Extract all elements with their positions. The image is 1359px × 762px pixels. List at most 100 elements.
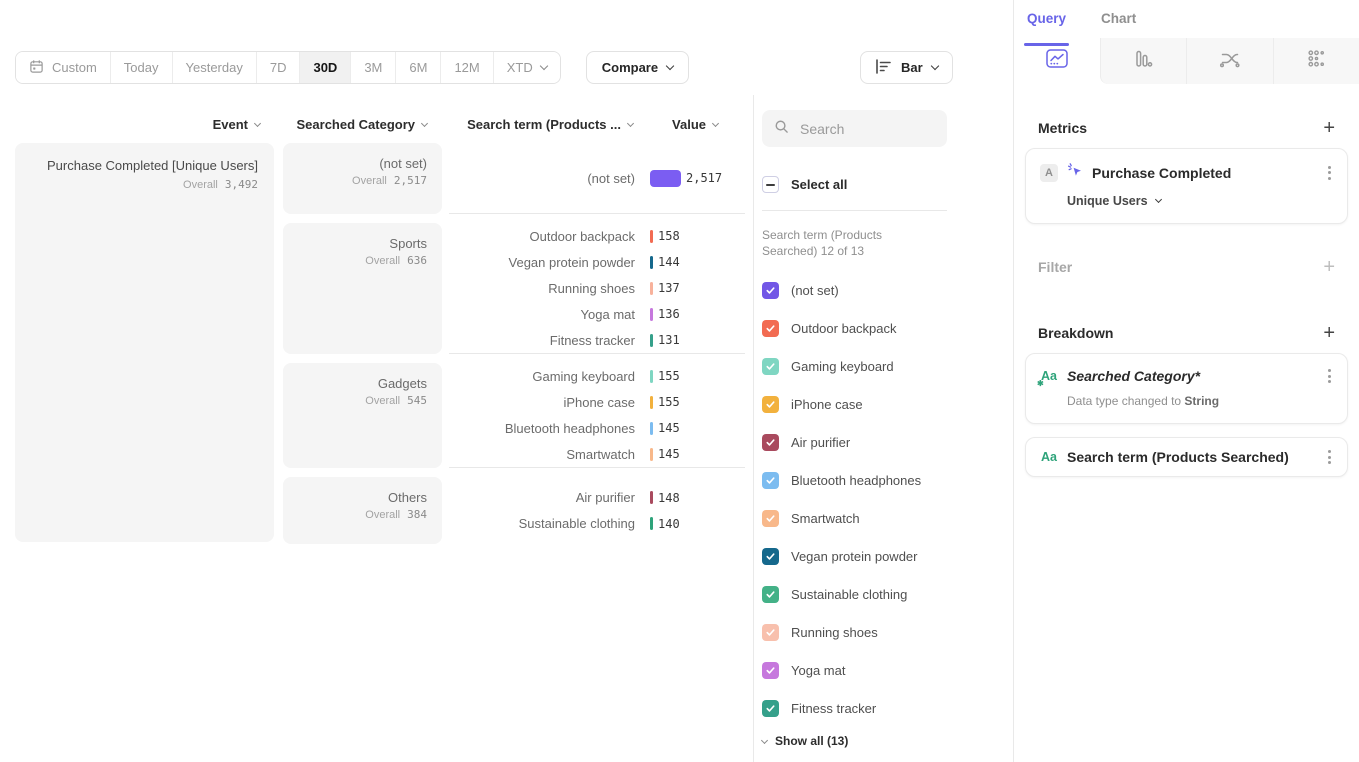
- funnels-tab[interactable]: [1100, 38, 1187, 84]
- term-value: 140: [658, 517, 680, 531]
- table-row[interactable]: Gaming keyboard155: [449, 363, 745, 389]
- flows-tab[interactable]: [1186, 38, 1273, 84]
- legend-checkbox[interactable]: [762, 282, 779, 299]
- compare-button[interactable]: Compare: [586, 51, 689, 84]
- table-row[interactable]: (not set)2,517: [449, 165, 745, 191]
- date-range-label: XTD: [507, 60, 533, 75]
- legend-checkbox[interactable]: [762, 396, 779, 413]
- breakdown-menu-button[interactable]: [1326, 367, 1333, 385]
- legend-item-label: Vegan protein powder: [791, 549, 917, 564]
- category-overall: Overall2,517: [298, 174, 427, 187]
- tab-query[interactable]: Query: [1027, 11, 1066, 38]
- legend-item[interactable]: (not set): [762, 271, 947, 309]
- date-range-custom[interactable]: Custom: [16, 52, 111, 83]
- breakdown-card-search-term[interactable]: Aa Search term (Products Searched): [1025, 437, 1348, 477]
- table-row[interactable]: iPhone case155: [449, 389, 745, 415]
- table-row[interactable]: Running shoes137: [449, 275, 745, 301]
- breakdown-card-searched-category[interactable]: Aa✱ Searched Category* Data type changed…: [1025, 353, 1348, 424]
- date-range-label: 12M: [454, 60, 479, 75]
- search-input[interactable]: [798, 120, 935, 138]
- measure-dropdown[interactable]: Unique Users: [1067, 194, 1333, 208]
- event-cell[interactable]: Purchase Completed [Unique Users] Overal…: [15, 143, 274, 542]
- term-value: 155: [658, 369, 680, 383]
- legend-checkbox[interactable]: [762, 320, 779, 337]
- tab-chart[interactable]: Chart: [1101, 11, 1136, 38]
- date-range-30d[interactable]: 30D: [300, 52, 351, 83]
- event-name: Purchase Completed [Unique Users]: [31, 157, 258, 175]
- value-bar: [650, 448, 653, 461]
- terms-list: Outdoor backpack158Vegan protein powder1…: [449, 223, 745, 354]
- add-breakdown-button[interactable]: +: [1323, 326, 1335, 340]
- add-filter-button[interactable]: +: [1323, 260, 1335, 274]
- legend-checkbox[interactable]: [762, 358, 779, 375]
- value-bar-cell: 158: [650, 229, 745, 243]
- category-cell[interactable]: GadgetsOverall545: [283, 363, 442, 468]
- legend-item[interactable]: Bluetooth headphones: [762, 461, 947, 499]
- legend-checkbox[interactable]: [762, 624, 779, 641]
- date-range-xtd[interactable]: XTD: [494, 52, 560, 83]
- value-bar-cell: 155: [650, 395, 745, 409]
- legend-item[interactable]: Yoga mat: [762, 651, 947, 689]
- table-row[interactable]: Yoga mat136: [449, 301, 745, 327]
- add-metric-button[interactable]: +: [1323, 121, 1335, 135]
- date-range-yesterday[interactable]: Yesterday: [173, 52, 257, 83]
- legend-filter-panel: Select all Search term (Products Searche…: [762, 110, 947, 748]
- table-row[interactable]: Air purifier148: [449, 485, 745, 511]
- legend-checkbox[interactable]: [762, 472, 779, 489]
- table-row[interactable]: Fitness tracker131: [449, 327, 745, 353]
- event-spark-icon: [1067, 162, 1083, 183]
- legend-item[interactable]: Gaming keyboard: [762, 347, 947, 385]
- filter-heading-row: Filter +: [1014, 259, 1359, 275]
- legend-item[interactable]: Outdoor backpack: [762, 309, 947, 347]
- legend-item[interactable]: Smartwatch: [762, 499, 947, 537]
- table-row[interactable]: Smartwatch145: [449, 441, 745, 467]
- legend-item[interactable]: iPhone case: [762, 385, 947, 423]
- metric-card[interactable]: A Purchase Completed Unique Users: [1025, 148, 1348, 224]
- column-header-searched-category[interactable]: Searched Category: [260, 117, 427, 132]
- metric-menu-button[interactable]: [1326, 164, 1333, 182]
- column-header-value[interactable]: Value: [633, 117, 745, 132]
- legend-item[interactable]: Vegan protein powder: [762, 537, 947, 575]
- show-all-button[interactable]: Show all (13): [762, 734, 947, 748]
- category-cell[interactable]: (not set)Overall2,517: [283, 143, 442, 214]
- term-value: 145: [658, 447, 680, 461]
- legend-checkbox[interactable]: [762, 700, 779, 717]
- legend-item[interactable]: Air purifier: [762, 423, 947, 461]
- chart-type-button[interactable]: Bar: [860, 51, 953, 84]
- filter-heading: Filter: [1038, 259, 1072, 275]
- select-all-row[interactable]: Select all: [762, 176, 947, 193]
- table-row[interactable]: Bluetooth headphones145: [449, 415, 745, 441]
- table-row[interactable]: Sustainable clothing140: [449, 511, 745, 537]
- date-range-today[interactable]: Today: [111, 52, 173, 83]
- value-bar-cell: 145: [650, 421, 745, 435]
- legend-checkbox[interactable]: [762, 510, 779, 527]
- legend-item[interactable]: Fitness tracker: [762, 689, 947, 727]
- breakdown-menu-button[interactable]: [1326, 448, 1333, 466]
- column-header-search-term[interactable]: Search term (Products ...: [427, 117, 633, 132]
- divider: [762, 210, 947, 211]
- term-value: 137: [658, 281, 680, 295]
- legend-checkbox[interactable]: [762, 548, 779, 565]
- category-cell[interactable]: SportsOverall636: [283, 223, 442, 354]
- legend-checkbox[interactable]: [762, 662, 779, 679]
- category-overall: Overall384: [298, 508, 427, 521]
- legend-item-label: (not set): [791, 283, 839, 298]
- category-cell[interactable]: OthersOverall384: [283, 477, 442, 544]
- term-label: (not set): [449, 171, 650, 186]
- date-range-7d[interactable]: 7D: [257, 52, 301, 83]
- column-header-event[interactable]: Event: [15, 117, 260, 132]
- select-all-checkbox[interactable]: [762, 176, 779, 193]
- legend-item[interactable]: Running shoes: [762, 613, 947, 651]
- table-row[interactable]: Vegan protein powder144: [449, 249, 745, 275]
- date-range-label: Custom: [52, 60, 97, 75]
- date-range-12m[interactable]: 12M: [441, 52, 493, 83]
- legend-checkbox[interactable]: [762, 434, 779, 451]
- legend-checkbox[interactable]: [762, 586, 779, 603]
- table-row[interactable]: Outdoor backpack158: [449, 223, 745, 249]
- legend-item[interactable]: Sustainable clothing: [762, 575, 947, 613]
- date-range-3m[interactable]: 3M: [351, 52, 396, 83]
- retention-tab[interactable]: [1273, 38, 1359, 84]
- date-range-6m[interactable]: 6M: [396, 52, 441, 83]
- query-sidebar: Query Chart: [1013, 0, 1359, 762]
- metrics-heading: Metrics: [1038, 120, 1087, 136]
